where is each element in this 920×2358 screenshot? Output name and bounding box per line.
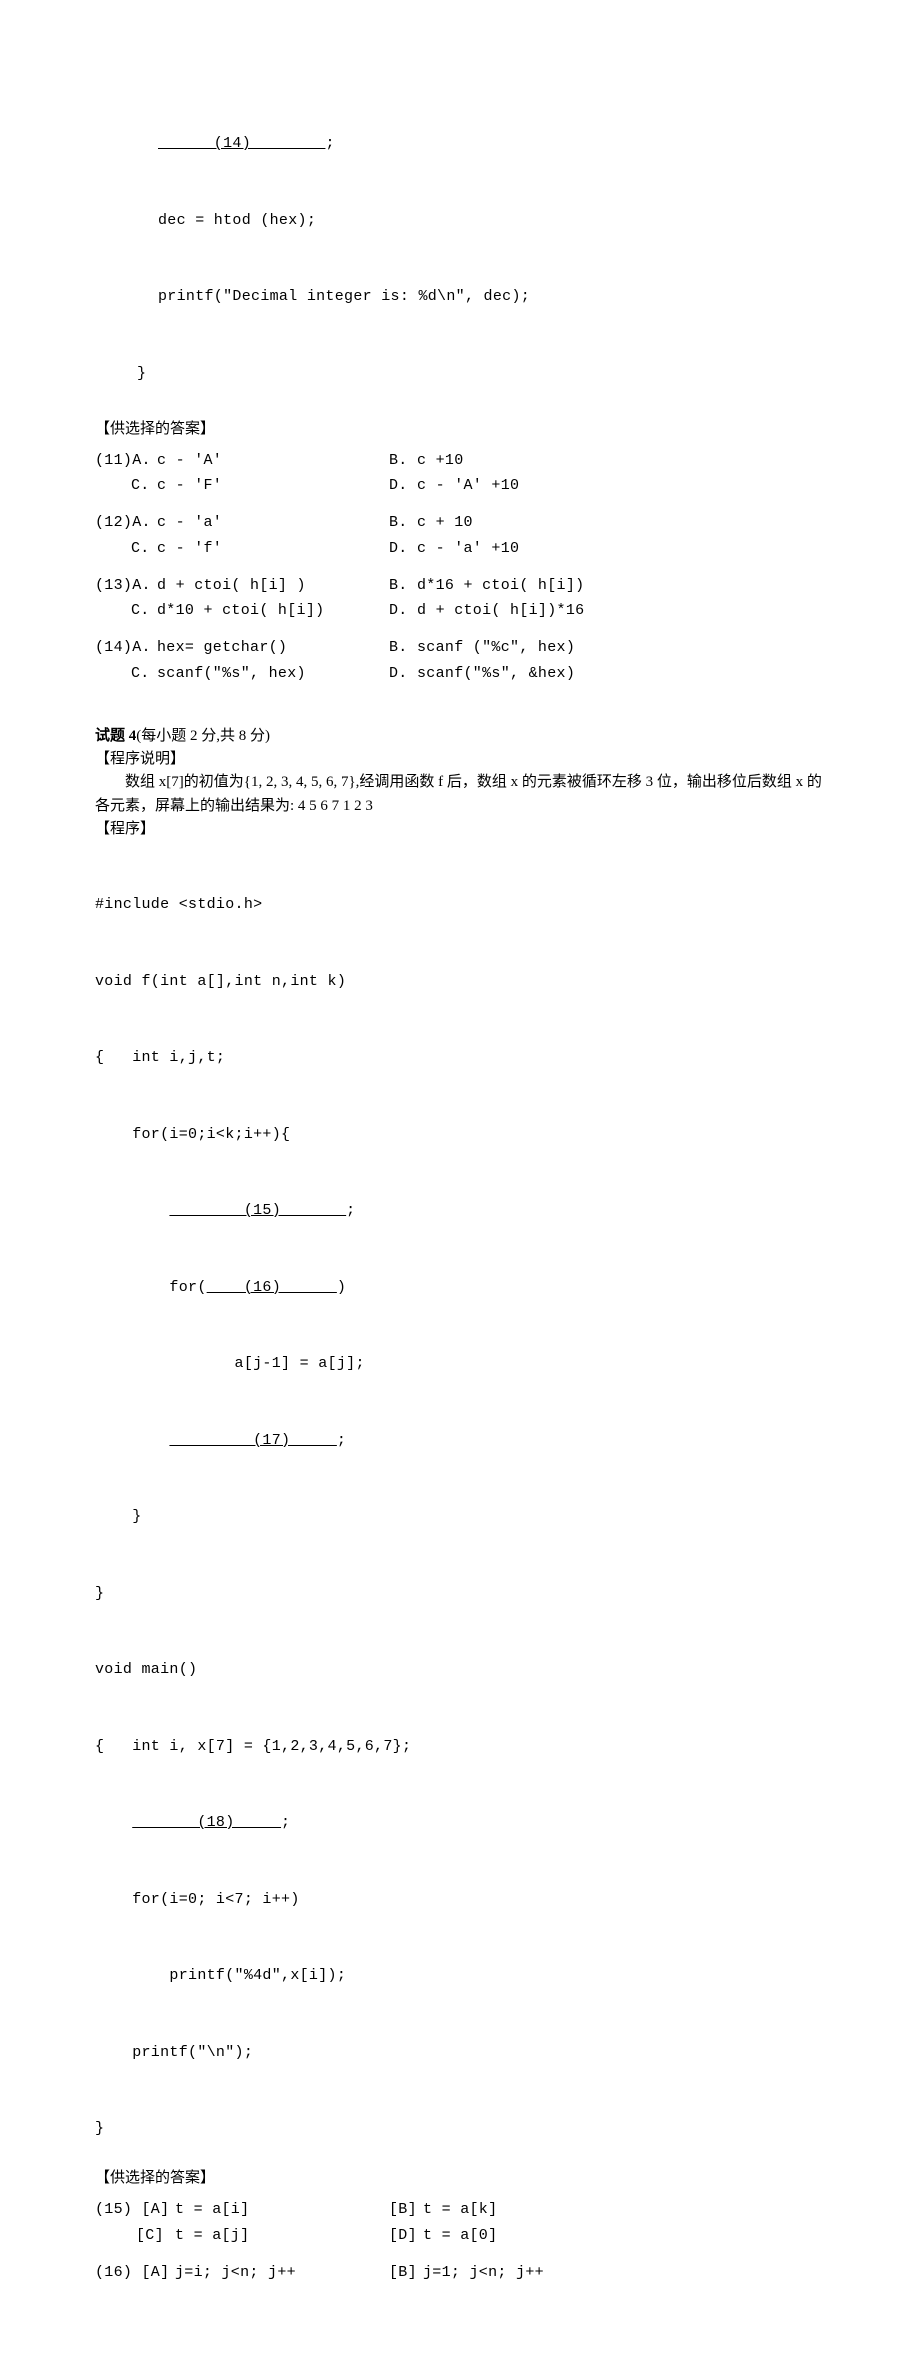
code-line: { int i, x[7] = {1,2,3,4,5,6,7}; bbox=[95, 1734, 825, 1760]
question-4-title: 试题 4(每小题 2 分,共 8 分) bbox=[95, 725, 825, 748]
answer-block-14: (14)A.hex= getchar() B.scanf ("%c", hex)… bbox=[95, 636, 825, 685]
code-line: #include <stdio.h> bbox=[95, 892, 825, 918]
code-question-4: #include <stdio.h> void f(int a[],int n,… bbox=[95, 841, 825, 2167]
answers-heading: 【供选择的答案】 bbox=[95, 2167, 825, 2190]
blank-18: (18) bbox=[132, 1814, 281, 1831]
code-line: printf("Decimal integer is: %d\n", dec); bbox=[95, 284, 825, 310]
blank-15: (15) bbox=[169, 1202, 346, 1219]
code-line: { int i,j,t; bbox=[95, 1045, 825, 1071]
program-desc-body: 数组 x[7]的初值为{1, 2, 3, 4, 5, 6, 7},经调用函数 f… bbox=[95, 771, 825, 818]
answers-heading: 【供选择的答案】 bbox=[95, 418, 825, 441]
answer-block-12: (12)A.c - 'a' B.c + 10 C.c - 'f' D.c - '… bbox=[95, 511, 825, 560]
blank-14: (14) bbox=[158, 135, 325, 152]
blank-16: (16) bbox=[207, 1279, 337, 1296]
code-line: printf("%4d",x[i]); bbox=[95, 1963, 825, 1989]
blank-17: (17) bbox=[169, 1432, 336, 1449]
code-fragment-top: (14) ; dec = htod (hex); printf("Decimal… bbox=[95, 80, 825, 412]
answer-block-16: (16) [A]j=i; j<n; j++ [B]j=1; j<n; j++ bbox=[95, 2261, 825, 2284]
answer-block-13: (13)A.d + ctoi( h[i] ) B.d*16 + ctoi( h[… bbox=[95, 574, 825, 623]
code-line: for(i=0; i<7; i++) bbox=[95, 1887, 825, 1913]
code-line: } bbox=[95, 361, 825, 387]
program-heading: 【程序】 bbox=[95, 818, 825, 841]
code-line: printf("\n"); bbox=[95, 2040, 825, 2066]
code-line: void main() bbox=[95, 1657, 825, 1683]
code-line: } bbox=[95, 1504, 825, 1530]
code-line: dec = htod (hex); bbox=[95, 208, 825, 234]
code-line: void f(int a[],int n,int k) bbox=[95, 969, 825, 995]
answer-block-11: (11)A.c - 'A' B.c +10 C.c - 'F' D.c - 'A… bbox=[95, 449, 825, 498]
code-line: a[j-1] = a[j]; bbox=[95, 1351, 825, 1377]
code-line: } bbox=[95, 1581, 825, 1607]
answer-block-15: (15) [A]t = a[i] [B]t = a[k] [C]t = a[j]… bbox=[95, 2198, 825, 2247]
code-line: } bbox=[95, 2116, 825, 2142]
program-desc-heading: 【程序说明】 bbox=[95, 748, 825, 771]
code-line: for(i=0;i<k;i++){ bbox=[95, 1122, 825, 1148]
